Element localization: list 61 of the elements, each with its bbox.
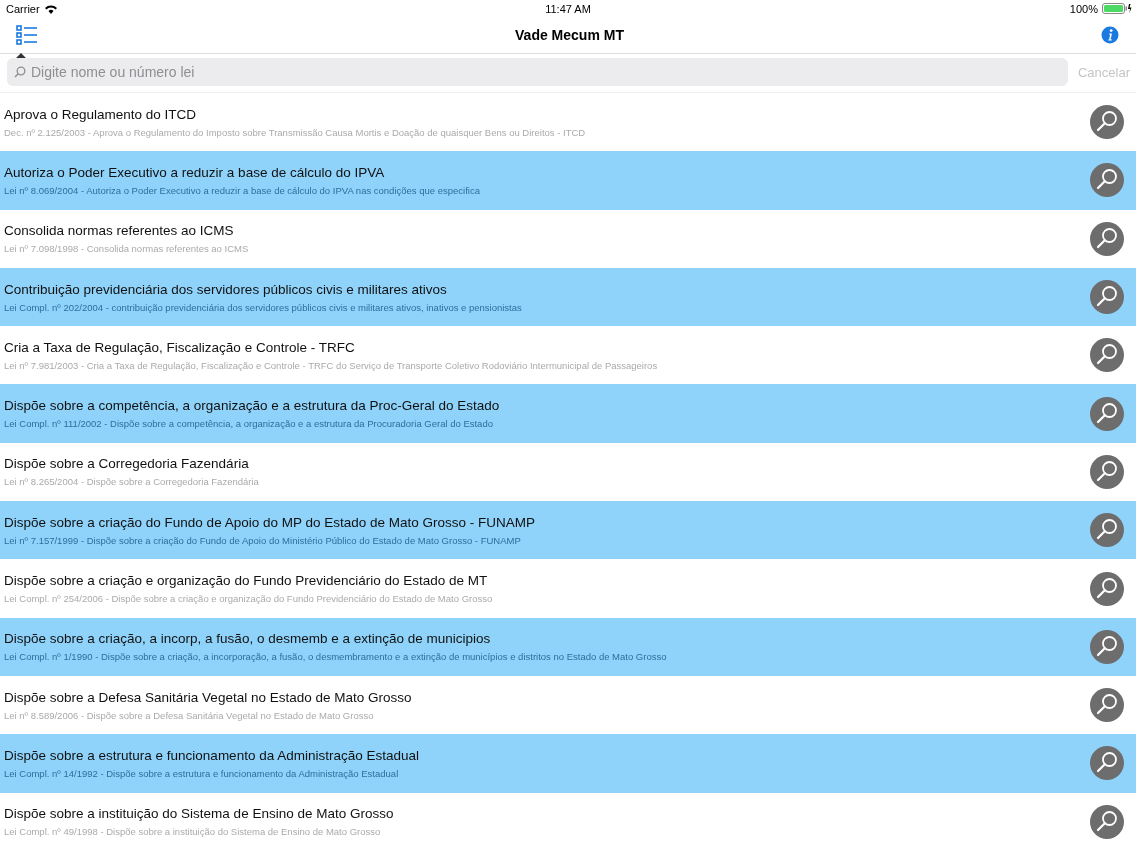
status-time: 11:47 AM	[545, 2, 591, 15]
search-button-icon[interactable]	[1090, 454, 1124, 489]
search-button-icon[interactable]	[1090, 513, 1124, 548]
law-row[interactable]: Dispõe sobre a competência, a organização e a estrutura da Proc-Geral do Estado Lei Compl. nº 111/2002 - Dispõe sobre a competência, a organização e a estrutura da Procuradoria Geral do Estado	[0, 384, 1136, 443]
law-title: Dispõe sobre a criação e organização do Fundo Previdenciário do Estado de MT	[4, 573, 489, 588]
search-icon	[14, 66, 26, 78]
search-button-icon[interactable]	[1090, 804, 1124, 839]
law-description: Lei nº 7.981/2003 - Cria a Taxa de Regulação, Fiscalização e Controle - TRFC do Serviço de Transporte Coletivo Rodoviário Intermunicipal de Passageiros	[4, 359, 658, 371]
search-button-icon[interactable]	[1090, 280, 1124, 315]
nav-title: Vade Mecum MT	[515, 27, 624, 43]
law-row[interactable]: Autoriza o Poder Executivo a reduzir a base de cálculo do IPVA Lei nº 8.069/2004 - Autoriza o Poder Executivo a reduzir a base de cálculo do IPVA nas condições que especifica	[0, 151, 1136, 210]
battery-icon	[1102, 3, 1132, 14]
search-button-icon[interactable]	[1090, 338, 1124, 373]
search-button-icon[interactable]	[1090, 396, 1124, 431]
law-row[interactable]: Dispõe sobre a Corregedoria Fazendária Lei nº 8.265/2004 - Dispõe sobre a Corregedoria Fazendária	[0, 442, 1136, 502]
law-title: Dispõe sobre a estrutura e funcionamento da Administração Estadual	[4, 747, 419, 763]
info-icon[interactable]	[1101, 26, 1119, 44]
law-row[interactable]	[0, 617, 1136, 676]
law-row[interactable]: Aprova o Regulamento do ITCD Dec. nº 2.125/2003 - Aprova o Regulamento do Imposto sobre Transmissão Causa Mortis e Doação de quaisquer Bens ou Direitos - ITCD	[0, 93, 1136, 152]
carrier-label: Carrier	[6, 2, 40, 15]
search-button-icon[interactable]	[1090, 105, 1124, 140]
law-row[interactable]: Dispõe sobre a instituição do Sistema de Ensino de Mato Grosso Lei Compl. nº 49/1998 - Dispõe sobre a instituição do Sistema de Ensino de Mato Grosso	[0, 792, 1136, 851]
search-button-icon[interactable]	[1090, 571, 1124, 606]
law-title: Aprova o Regulamento do ITCD	[4, 106, 198, 122]
search-button-icon[interactable]	[1090, 746, 1124, 781]
list-menu-icon[interactable]	[16, 25, 38, 45]
law-row[interactable]: Dispõe sobre a Defesa Sanitária Vegetal no Estado de Mato Grosso Lei nº 8.589/2006 - Dispõe sobre a Defesa Sanitária Vegetal no Estado de Mato Grosso	[0, 675, 1136, 735]
law-title: Consolida normas referentes ao ICMS	[4, 223, 235, 239]
law-description: Lei Compl. nº 49/1998 - Dispõe sobre a instituição do Sistema de Ensino de Mato Grosso	[4, 826, 382, 838]
wifi-icon	[43, 3, 58, 14]
search-button-icon[interactable]	[1090, 163, 1124, 198]
search-field[interactable]: Digite nome ou número lei	[7, 58, 1068, 86]
search-button-icon[interactable]	[1090, 221, 1124, 256]
search-button-icon[interactable]	[1090, 688, 1124, 723]
law-title: Dispõe sobre a instituição do Sistema de Ensino de Mato Grosso	[4, 806, 394, 822]
law-row[interactable]: Dispõe sobre a criação do Fundo de Apoio do MP do Estado de Mato Grosso - FUNAMP Lei nº 7.157/1999 - Dispõe sobre a criação do Fundo de Apoio do Ministério Público do Estado de Mato Grosso - FUNAMP	[0, 501, 1136, 560]
law-title: Dispõe sobre a criação, a incorp, a fusão, o desmemb e a extinção de municipios	[4, 631, 492, 647]
law-row[interactable]	[0, 267, 1136, 327]
law-description: Lei nº 7.157/1999 - Dispõe sobre a criação do Fundo de Apoio do Ministério Público do Estado de Mato Grosso - FUNAMP	[4, 534, 522, 546]
law-description: Lei nº 8.589/2006 - Dispõe sobre a Defesa Sanitária Vegetal no Estado de Mato Grosso	[4, 709, 375, 721]
law-description: Lei nº 7.098/1998 - Consolida normas referentes ao ICMS	[4, 243, 249, 255]
law-title: Dispõe sobre a criação do Fundo de Apoio do MP do Estado de Mato Grosso - FUNAMP	[4, 514, 536, 530]
law-title: Contribuição previdenciária dos servidores públicos civis e militares ativos	[4, 281, 448, 297]
law-title: Autoriza o Poder Executivo a reduzir a base de cálculo do IPVA	[4, 164, 386, 180]
law-description: Lei Compl. nº 1/1990 - Dispõe sobre a criação, a incorporação, a fusão, o desmembramento e a extinção de municípios e distritos no Estado de Mato Grosso	[4, 651, 667, 663]
battery-percent: 100%	[1069, 2, 1098, 15]
law-row[interactable]: Consolida normas referentes ao ICMS Lei nº 7.098/1998 - Consolida normas referentes ao ICMS	[0, 209, 1136, 268]
law-row[interactable]: Dispõe sobre a criação e organização do Fundo Previdenciário do Estado de MT Lei Compl. nº 254/2006 - Dispõe sobre a criação e organização do Fundo Previdenciário do Estado de Mato Grosso	[0, 559, 1136, 618]
law-description: Lei Compl. nº 254/2006 - Dispõe sobre a criação e organização do Fundo Previdenciário do Estado de Mato Grosso	[4, 593, 493, 604]
law-title: Dispõe sobre a competência, a organização e a estrutura da Proc-Geral do Estado	[4, 398, 500, 414]
law-description: Lei Compl. nº 111/2002 - Dispõe sobre a competência, a organização e a estrutura da Procuradoria Geral do Estado	[4, 418, 494, 430]
law-description: Lei Compl. nº 202/2004 - contribuição previdenciária dos servidores públicos civis e militares ativos, inativos e pensionistas	[4, 301, 522, 313]
law-description: Lei Compl. nº 14/1992 - Dispõe sobre a estrutura e funcionamento da Administração Estadual	[4, 767, 400, 779]
law-description: Lei nº 8.069/2004 - Autoriza o Poder Executivo a reduzir a base de cálculo do IPVA nas condições que especifica	[4, 184, 480, 196]
law-title: Dispõe sobre a Defesa Sanitária Vegetal no Estado de Mato Grosso	[4, 689, 412, 705]
search-button-icon[interactable]	[1090, 629, 1124, 664]
law-description: Dec. nº 2.125/2003 - Aprova o Regulamento do Imposto sobre Transmissão Causa Mortis e Doação de quaisquer Bens ou Direitos - ITCD	[4, 126, 586, 138]
law-description: Lei nº 8.265/2004 - Dispõe sobre a Corregedoria Fazendária	[4, 476, 259, 488]
law-row[interactable]: Dispõe sobre a estrutura e funcionamento da Administração Estadual Lei Compl. nº 14/1992 - Dispõe sobre a estrutura e funcionamento da Administração Estadual	[0, 734, 1136, 793]
law-title: Dispõe sobre a Corregedoria Fazendária	[4, 456, 250, 472]
law-title: Cria a Taxa de Regulação, Fiscalização e Controle - TRFC	[4, 339, 356, 355]
